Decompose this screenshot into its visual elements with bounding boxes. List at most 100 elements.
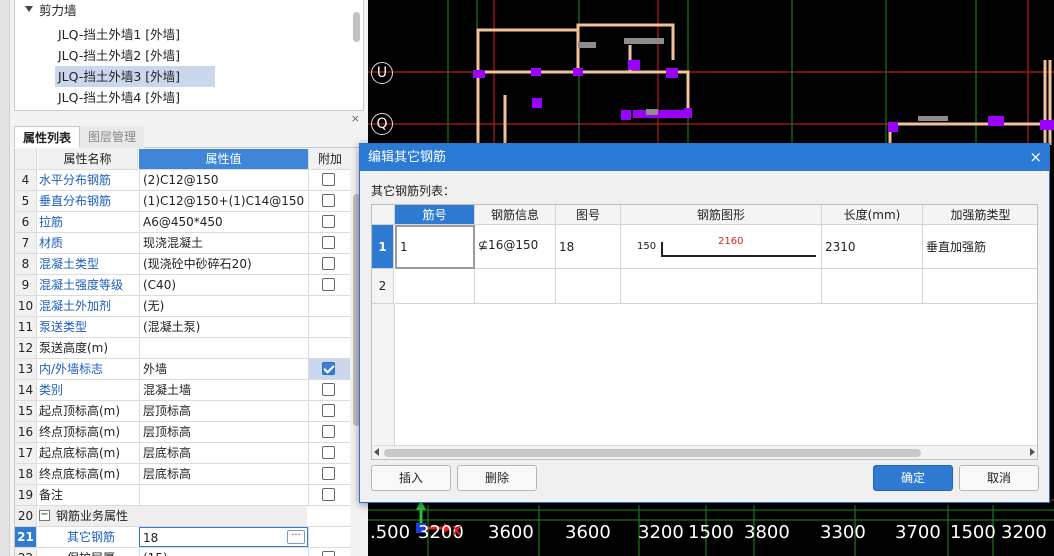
property-row[interactable]: 18 终点底标高(m) 层底标高 [15,464,350,485]
reinforce-type-cell[interactable]: 垂直加强筋 [923,225,1037,269]
close-icon[interactable]: × [1029,148,1042,166]
extra-cell[interactable] [308,485,350,505]
extra-cell[interactable] [308,191,350,211]
property-value[interactable]: 混凝土墙 [139,380,308,400]
extra-cell[interactable] [308,254,350,274]
column-header[interactable]: 加强筋类型 [923,205,1037,225]
column-header[interactable]: 筋号 [395,205,475,225]
scroll-left-icon[interactable] [374,448,379,456]
checkbox[interactable] [322,236,335,249]
delete-button[interactable]: 删除 [457,465,537,491]
property-value[interactable]: 外墙 [139,359,308,379]
checkbox[interactable] [322,278,335,291]
property-value[interactable]: A6@450*450 [139,212,308,232]
extra-cell[interactable] [308,275,350,295]
property-value[interactable]: 层顶标高 [139,422,308,442]
checkbox[interactable] [322,194,335,207]
rebar-info-cell[interactable]: ⊈16@150 [475,225,556,269]
row-number[interactable]: 1 [372,225,394,269]
extra-cell[interactable] [308,548,350,556]
property-row[interactable]: 6 拉筋 A6@450*450 [15,212,350,233]
property-value[interactable]: (无) [139,296,308,316]
panel-splitter[interactable]: × [14,112,364,126]
tree-item[interactable]: JLQ-挡土外墙1 [外墙] [55,24,183,45]
property-row[interactable]: 11 泵送类型 (混凝土泵) [15,317,350,338]
horizontal-scrollbar[interactable] [372,445,1037,459]
property-row[interactable]: 10 混凝土外加剂 (无) [15,296,350,317]
ellipsis-button[interactable]: ··· [287,530,305,544]
property-value[interactable]: (C40) [139,275,308,295]
property-row[interactable]: 8 混凝土类型 (现浇砼中砂碎石20) [15,254,350,275]
property-value[interactable] [139,485,308,505]
property-row[interactable]: 14 类别 混凝土墙 [15,380,350,401]
ok-button[interactable]: 确定 [873,465,953,491]
property-value[interactable]: (1)C12@150+(1)C14@150 [139,191,308,211]
insert-button[interactable]: 插入 [371,465,451,491]
checkbox[interactable] [322,173,335,186]
property-row[interactable]: 19 备注 [15,485,350,506]
tree-item[interactable]: JLQ-挡土外墙4 [外墙] [55,87,183,108]
extra-cell[interactable] [308,233,350,253]
property-value[interactable]: 层底标高 [139,443,308,463]
property-value[interactable]: (2)C12@150 [139,170,308,190]
checkbox[interactable] [322,383,335,396]
extra-cell[interactable] [308,212,350,232]
property-value[interactable]: (15) [139,548,308,556]
group-row-rebar[interactable]: 20 钢筋业务属性 − [15,506,350,527]
rebar-shape-cell[interactable] [621,269,822,304]
length-cell[interactable]: 2310 [822,225,923,269]
property-row[interactable]: 12 泵送高度(m) [15,338,350,359]
checkbox[interactable] [322,446,335,459]
property-row[interactable]: 15 起点顶标高(m) 层顶标高 [15,401,350,422]
extra-cell[interactable] [308,380,350,400]
column-header[interactable]: 图号 [556,205,621,225]
checkbox[interactable] [322,257,335,270]
checkbox[interactable] [322,488,335,501]
property-value[interactable]: (混凝土泵) [139,317,308,337]
property-value[interactable]: 层顶标高 [139,401,308,421]
property-row[interactable]: 22 保护层厚 (15) [15,548,350,556]
tree-item-selected[interactable]: JLQ-挡土外墙3 [外墙] [55,66,215,87]
column-header[interactable]: 钢筋信息 [475,205,556,225]
row-number[interactable]: 2 [372,269,394,304]
length-cell[interactable] [822,269,923,304]
rebar-info-cell[interactable] [475,269,556,304]
property-value[interactable] [139,338,308,358]
property-row[interactable]: 5 垂直分布钢筋 (1)C12@150+(1)C14@150 [15,191,350,212]
dialog-titlebar[interactable]: 编辑其它钢筋 × [360,144,1049,171]
extra-cell[interactable] [308,401,350,421]
property-value-input[interactable]: 18 ··· [139,527,308,547]
property-row[interactable]: 9 混凝土强度等级 (C40) [15,275,350,296]
close-icon[interactable]: × [351,112,360,125]
property-value[interactable]: (现浇砼中砂碎石20) [139,254,308,274]
tree-group-shear-wall[interactable]: 剪力墙 [39,0,77,21]
property-row[interactable]: 17 起点底标高(m) 层底标高 [15,443,350,464]
property-row-other-rebar[interactable]: 21 其它钢筋 18 ··· [15,527,350,548]
collapse-triangle-icon[interactable] [25,6,33,12]
rebar-shape-cell[interactable]: 150 2160 [621,225,822,269]
tree-item[interactable]: JLQ-挡土外墙2 [外墙] [55,45,183,66]
reinforce-type-cell[interactable] [923,269,1037,304]
property-row[interactable]: 16 终点顶标高(m) 层顶标高 [15,422,350,443]
collapse-toggle-icon[interactable]: − [39,510,50,521]
checkbox[interactable] [322,551,335,556]
extra-cell[interactable] [308,443,350,463]
figure-no-cell[interactable]: 18 [556,225,621,269]
extra-cell[interactable] [308,464,350,484]
property-value[interactable]: 层底标高 [139,464,308,484]
figure-no-cell[interactable] [556,269,621,304]
property-row[interactable]: 13 内/外墙标志 外墙 [15,359,350,380]
property-value[interactable]: 现浇混凝土 [139,233,308,253]
column-header[interactable]: 钢筋图形 [621,205,822,225]
extra-cell[interactable] [308,170,350,190]
cancel-button[interactable]: 取消 [959,465,1039,491]
bar-no-cell[interactable] [395,269,475,304]
bar-no-cell[interactable]: 1 [395,225,475,269]
tab-properties[interactable]: 属性列表 [14,126,81,148]
property-row[interactable]: 4 水平分布钢筋 (2)C12@150 [15,170,350,191]
tree-scrollbar[interactable] [353,12,360,42]
extra-cell[interactable] [308,359,350,379]
checkbox[interactable] [322,215,335,228]
checkbox[interactable] [322,362,335,375]
scroll-thumb[interactable] [384,449,921,457]
